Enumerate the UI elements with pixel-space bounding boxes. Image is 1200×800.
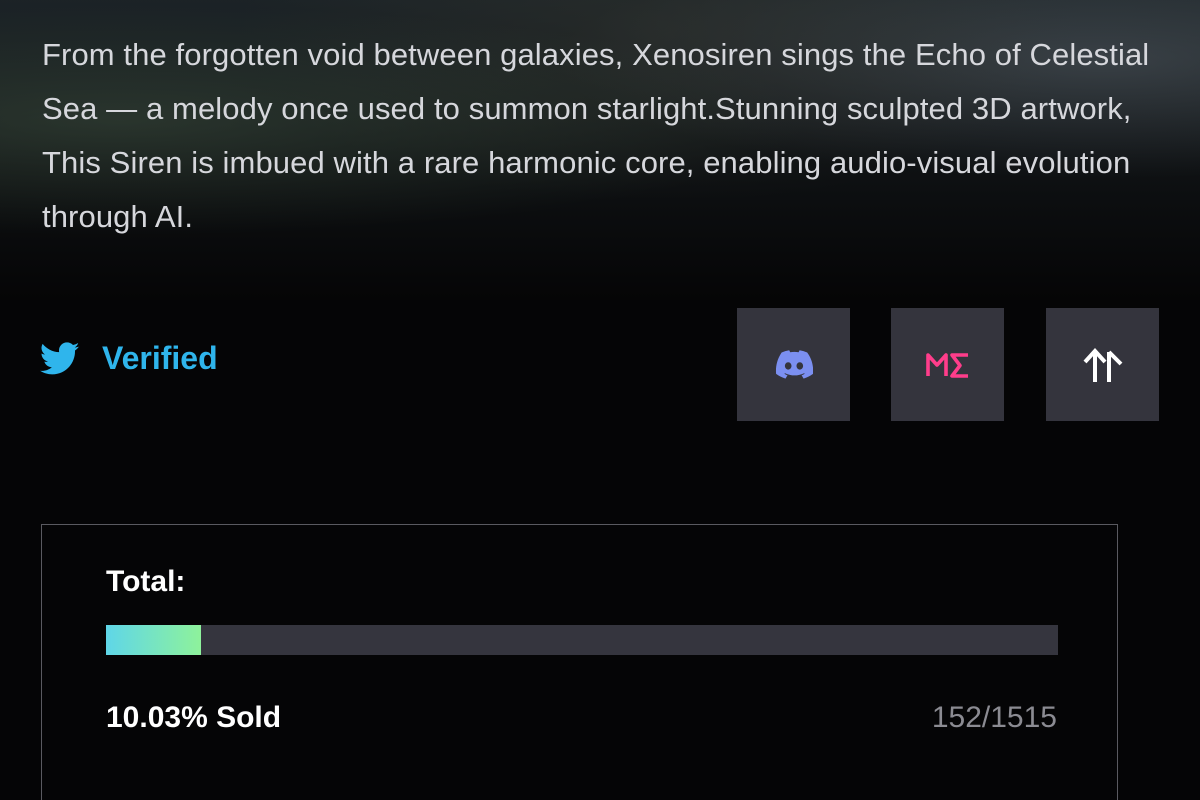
magic-eden-icon	[925, 352, 968, 378]
collection-description: From the forgotten void between galaxies…	[42, 37, 1150, 234]
arrows-button[interactable]	[1046, 308, 1159, 421]
twitter-verified[interactable]: Verified	[40, 340, 218, 377]
sold-progress-fill	[106, 625, 202, 655]
discord-icon	[775, 349, 813, 379]
mint-progress-card: Total: 10.03% Sold 152/1515	[41, 524, 1118, 800]
social-row: Verified	[40, 308, 1160, 422]
total-label: Total:	[106, 565, 186, 598]
magic-eden-button[interactable]	[891, 308, 1004, 421]
discord-button[interactable]	[737, 308, 850, 421]
sold-percentage: 10.03% Sold	[106, 701, 282, 734]
verified-label: Verified	[102, 340, 218, 376]
sold-count: 152/1515	[931, 701, 1057, 734]
up-arrows-icon	[1083, 347, 1122, 382]
twitter-bird-icon	[40, 341, 80, 374]
sold-progress-bar	[106, 625, 1058, 655]
